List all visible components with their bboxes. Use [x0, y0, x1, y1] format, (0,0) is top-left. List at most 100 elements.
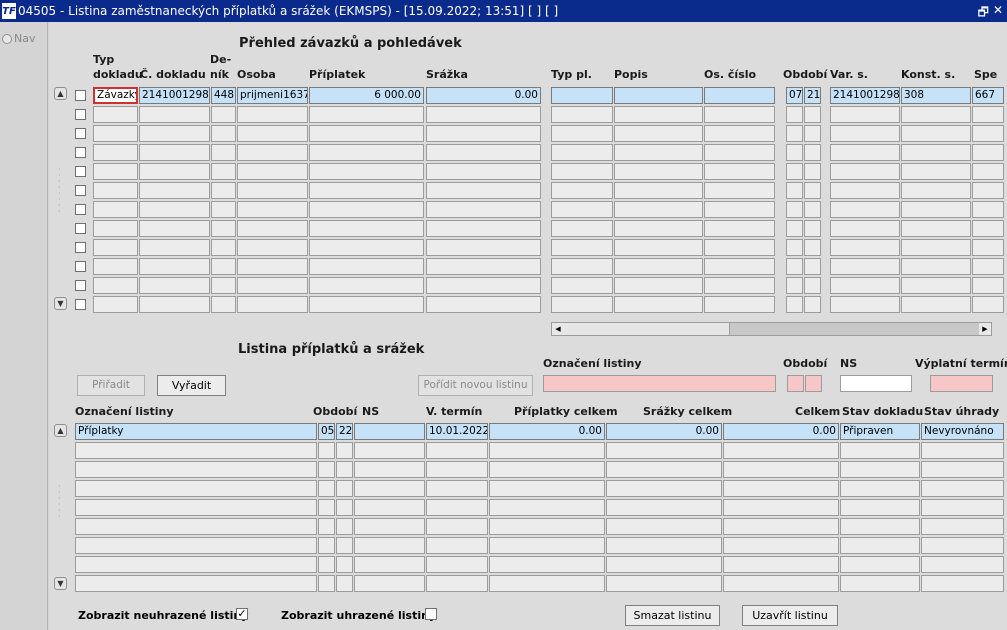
- list-cell-ns[interactable]: [354, 442, 425, 459]
- list-cell-srazky-celkem[interactable]: [606, 499, 722, 516]
- table-cell-var-s[interactable]: [830, 182, 900, 199]
- table-cell-spe[interactable]: [972, 144, 1004, 161]
- list-cell-ns[interactable]: [354, 537, 425, 554]
- table-cell-priplatek[interactable]: [309, 258, 424, 275]
- list-cell-srazky-celkem[interactable]: [606, 556, 722, 573]
- table-cell-os-cislo[interactable]: [704, 239, 775, 256]
- row-select-checkbox[interactable]: [75, 185, 86, 196]
- list-cell-ns[interactable]: [354, 461, 425, 478]
- bottom-scroll-up-icon[interactable]: ▲: [54, 424, 67, 437]
- table-cell-konst-s[interactable]: [901, 277, 971, 294]
- table-cell-typ-pl[interactable]: [551, 87, 613, 104]
- table-cell-typ-pl[interactable]: [551, 106, 613, 123]
- table-cell-os-cislo[interactable]: [704, 144, 775, 161]
- table-cell-denik[interactable]: [211, 125, 236, 142]
- list-cell-stav-uhrady[interactable]: [921, 575, 1004, 592]
- table-cell-popis[interactable]: [614, 258, 703, 275]
- table-cell-spe[interactable]: [972, 201, 1004, 218]
- table-cell-denik[interactable]: [211, 201, 236, 218]
- table-cell-spe[interactable]: [972, 239, 1004, 256]
- top-scroll-up-icon[interactable]: ▲: [54, 87, 67, 100]
- table-cell-var-s[interactable]: [830, 277, 900, 294]
- top-scroll-grip-icon[interactable]: · · · · · · · ·: [58, 166, 68, 216]
- table-cell-obdobi-m[interactable]: [786, 296, 803, 313]
- table-cell-priplatek[interactable]: [309, 182, 424, 199]
- list-cell-obdobi-m[interactable]: [318, 556, 335, 573]
- list-cell-stav-dokladu[interactable]: [840, 518, 920, 535]
- table-cell-obdobi-m[interactable]: [786, 201, 803, 218]
- list-cell-celkem[interactable]: [723, 442, 839, 459]
- list-cell-priplatky-celkem[interactable]: [489, 461, 605, 478]
- table-cell-os-cislo[interactable]: [704, 258, 775, 275]
- list-cell-stav-dokladu[interactable]: [840, 442, 920, 459]
- list-cell-oznaceni[interactable]: [75, 575, 317, 592]
- list-cell-obdobi-m[interactable]: 05: [318, 423, 335, 440]
- row-select-checkbox[interactable]: [75, 261, 86, 272]
- list-cell-oznaceni[interactable]: [75, 461, 317, 478]
- table-cell-obdobi-r[interactable]: [804, 106, 821, 123]
- table-cell-c-dokladu[interactable]: [139, 296, 210, 313]
- table-cell-obdobi-r[interactable]: [804, 182, 821, 199]
- list-cell-celkem[interactable]: [723, 480, 839, 497]
- row-select-checkbox[interactable]: [75, 299, 86, 310]
- list-cell-v-termin[interactable]: [426, 537, 488, 554]
- table-cell-popis[interactable]: [614, 220, 703, 237]
- table-cell-obdobi-m[interactable]: [786, 163, 803, 180]
- table-cell-os-cislo[interactable]: [704, 87, 775, 104]
- table-cell-var-s[interactable]: [830, 163, 900, 180]
- table-cell-denik[interactable]: [211, 239, 236, 256]
- porizit-novou-listinu-button[interactable]: Pořídit novou listinu: [418, 375, 533, 396]
- list-cell-srazky-celkem[interactable]: [606, 480, 722, 497]
- list-cell-v-termin[interactable]: [426, 499, 488, 516]
- table-cell-typ-dokladu[interactable]: Závazky: [93, 87, 138, 104]
- list-cell-srazky-celkem[interactable]: [606, 575, 722, 592]
- table-cell-os-cislo[interactable]: [704, 106, 775, 123]
- list-cell-stav-uhrady[interactable]: [921, 518, 1004, 535]
- table-cell-denik[interactable]: [211, 106, 236, 123]
- zobrazit-neuhrazene-checkbox[interactable]: ✓: [236, 608, 248, 620]
- table-cell-priplatek[interactable]: [309, 125, 424, 142]
- table-cell-denik[interactable]: [211, 182, 236, 199]
- row-select-checkbox[interactable]: [75, 242, 86, 253]
- list-cell-oznaceni[interactable]: [75, 480, 317, 497]
- table-cell-typ-pl[interactable]: [551, 296, 613, 313]
- restore-icon[interactable]: 🗗: [978, 3, 989, 24]
- table-cell-srazka[interactable]: [426, 277, 541, 294]
- table-cell-priplatek[interactable]: [309, 220, 424, 237]
- row-select-checkbox[interactable]: [75, 223, 86, 234]
- table-cell-os-cislo[interactable]: [704, 296, 775, 313]
- table-cell-popis[interactable]: [614, 277, 703, 294]
- table-cell-obdobi-r[interactable]: [804, 220, 821, 237]
- list-cell-ns[interactable]: [354, 556, 425, 573]
- list-cell-oznaceni[interactable]: [75, 499, 317, 516]
- list-cell-v-termin[interactable]: [426, 461, 488, 478]
- table-cell-obdobi-r[interactable]: [804, 144, 821, 161]
- table-cell-popis[interactable]: [614, 106, 703, 123]
- table-cell-konst-s[interactable]: [901, 125, 971, 142]
- list-cell-stav-dokladu[interactable]: [840, 556, 920, 573]
- table-cell-denik[interactable]: [211, 277, 236, 294]
- table-cell-konst-s[interactable]: [901, 201, 971, 218]
- list-cell-oznaceni[interactable]: [75, 518, 317, 535]
- list-cell-celkem[interactable]: [723, 461, 839, 478]
- table-cell-konst-s[interactable]: [901, 258, 971, 275]
- table-cell-var-s[interactable]: [830, 296, 900, 313]
- list-cell-priplatky-celkem[interactable]: [489, 518, 605, 535]
- list-cell-priplatky-celkem[interactable]: [489, 575, 605, 592]
- table-cell-obdobi-r[interactable]: 21: [804, 87, 821, 104]
- table-cell-obdobi-m[interactable]: [786, 258, 803, 275]
- table-cell-spe[interactable]: [972, 182, 1004, 199]
- table-cell-spe[interactable]: [972, 258, 1004, 275]
- table-cell-c-dokladu[interactable]: [139, 258, 210, 275]
- list-cell-priplatky-celkem[interactable]: [489, 499, 605, 516]
- table-cell-osoba[interactable]: [237, 220, 308, 237]
- scroll-right-icon[interactable]: ▶: [979, 323, 991, 335]
- table-cell-obdobi-r[interactable]: [804, 296, 821, 313]
- table-cell-srazka[interactable]: [426, 182, 541, 199]
- list-cell-ns[interactable]: [354, 423, 425, 440]
- list-cell-srazky-celkem[interactable]: [606, 537, 722, 554]
- list-cell-stav-uhrady[interactable]: Nevyrovnáno: [921, 423, 1004, 440]
- table-cell-typ-dokladu[interactable]: [93, 106, 138, 123]
- list-cell-ns[interactable]: [354, 575, 425, 592]
- table-cell-denik[interactable]: [211, 144, 236, 161]
